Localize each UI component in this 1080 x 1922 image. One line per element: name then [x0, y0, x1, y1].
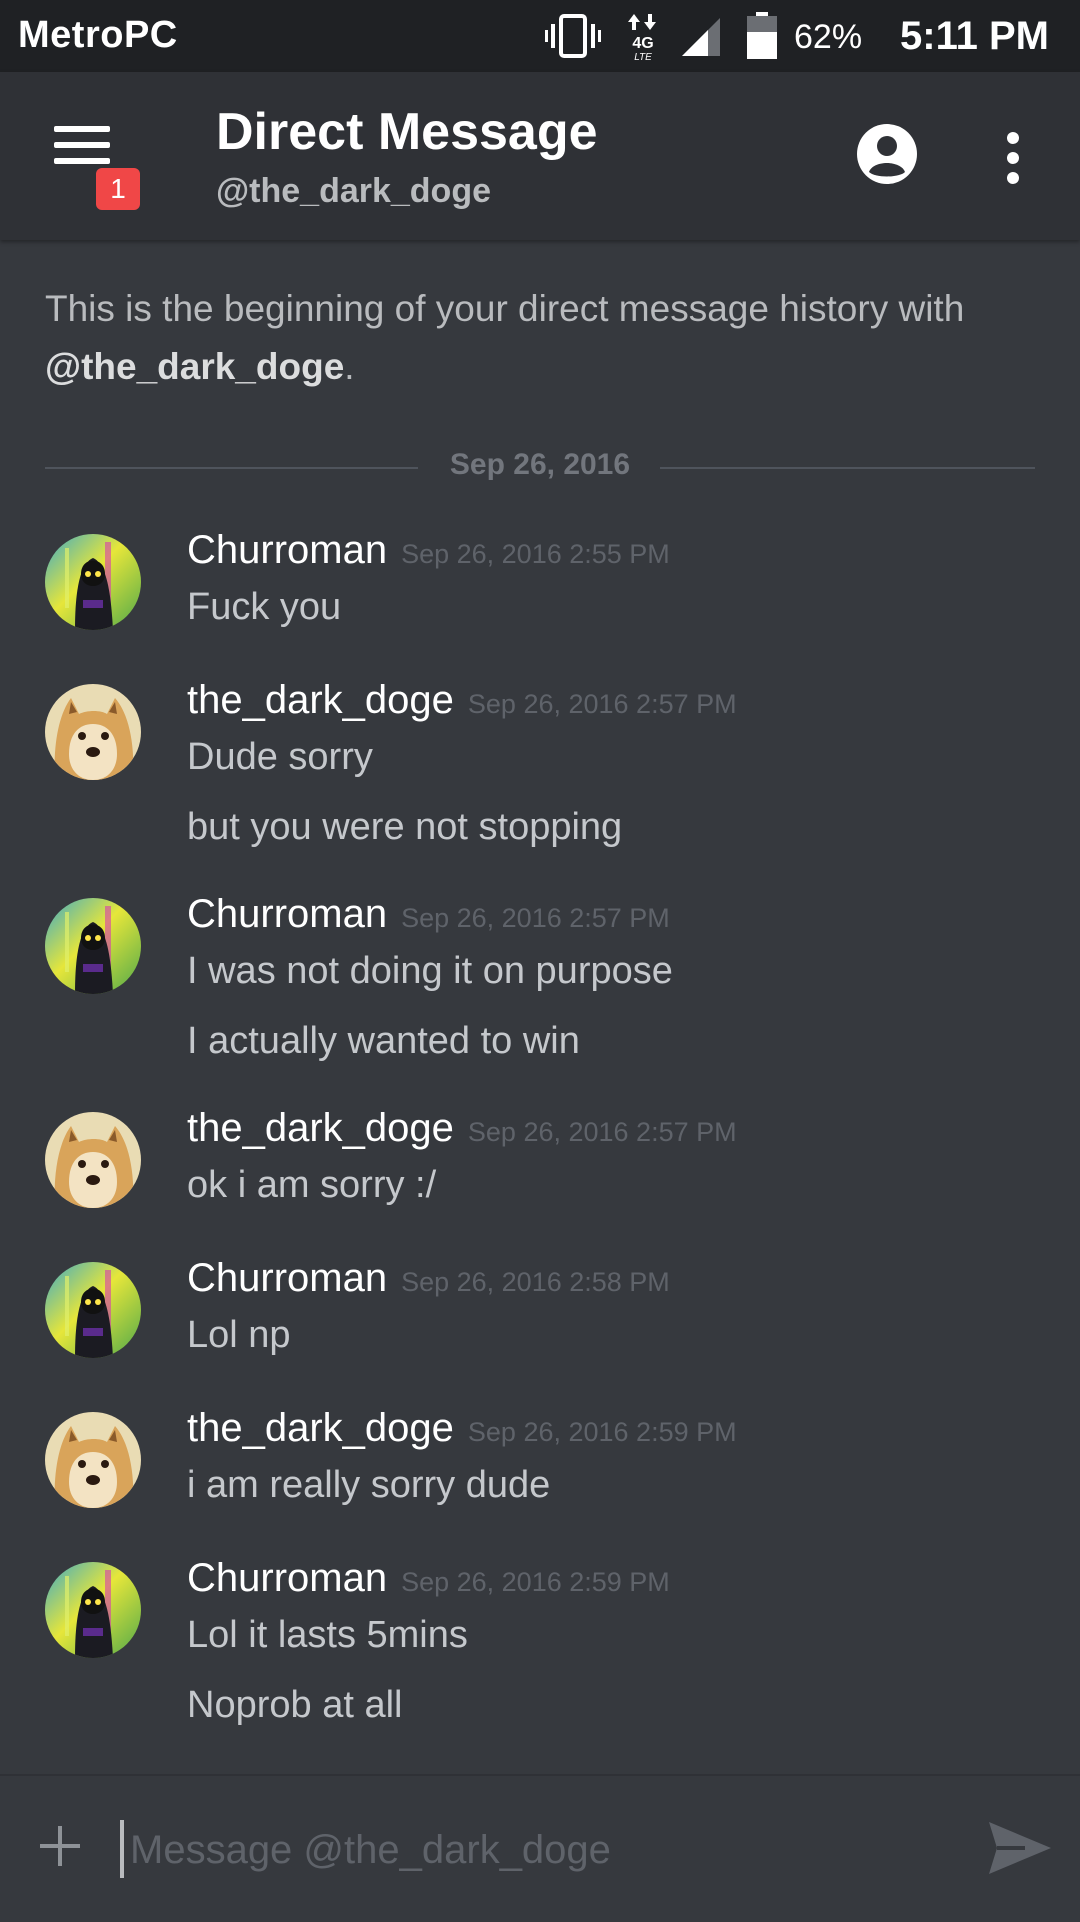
message-author[interactable]: Churroman Sep 26, 2016 2:57 PM: [187, 892, 670, 937]
add-attachment-button[interactable]: [36, 1822, 84, 1870]
message-text[interactable]: i am really sorry dude: [187, 1464, 550, 1507]
author-name[interactable]: the_dark_doge: [187, 678, 454, 722]
author-name[interactable]: Churroman: [187, 1556, 387, 1600]
avatar[interactable]: [45, 1562, 141, 1658]
message-text[interactable]: Lol np: [187, 1314, 291, 1357]
intro-suffix: .: [344, 346, 355, 387]
page-title: Direct Message: [216, 103, 598, 161]
avatar[interactable]: [45, 684, 141, 780]
message-text[interactable]: Fuck you: [187, 586, 341, 629]
svg-text:LTE: LTE: [634, 52, 652, 62]
more-options-button[interactable]: [995, 128, 1031, 188]
user-profile-button[interactable]: [855, 122, 919, 186]
message-author[interactable]: the_dark_doge Sep 26, 2016 2:59 PM: [187, 1406, 737, 1451]
text-cursor: [120, 1820, 124, 1878]
network-type-label: 4G: [632, 35, 653, 52]
message-input[interactable]: [128, 1814, 952, 1886]
send-icon: [989, 1822, 1051, 1874]
message-timestamp: Sep 26, 2016 2:57 PM: [467, 1117, 737, 1147]
avatar[interactable]: [45, 898, 141, 994]
message-text[interactable]: I actually wanted to win: [187, 1020, 580, 1063]
message-text[interactable]: but you were not stopping: [187, 806, 622, 849]
message-timestamp: Sep 26, 2016 2:59 PM: [467, 1417, 737, 1447]
author-name[interactable]: Churroman: [187, 892, 387, 936]
status-bar: MetroPC 4G LTE 62% 5:11 PM: [0, 0, 1080, 72]
carrier-name: MetroPC: [18, 14, 178, 56]
author-name[interactable]: Churroman: [187, 528, 387, 572]
message-timestamp: Sep 26, 2016 2:59 PM: [401, 1567, 670, 1597]
message-composer: [0, 1774, 1080, 1922]
intro-mention[interactable]: @the_dark_doge: [45, 346, 344, 387]
avatar[interactable]: [45, 1112, 141, 1208]
author-name[interactable]: Churroman: [187, 1256, 387, 1300]
dm-intro: This is the beginning of your direct mes…: [45, 280, 1035, 396]
clock: 5:11 PM: [900, 14, 1049, 58]
message-text[interactable]: Dude sorry: [187, 736, 373, 779]
message-author[interactable]: Churroman Sep 26, 2016 2:55 PM: [187, 528, 670, 573]
intro-text: This is the beginning of your direct mes…: [45, 288, 965, 329]
message-author[interactable]: the_dark_doge Sep 26, 2016 2:57 PM: [187, 678, 737, 723]
notification-badge: 1: [96, 168, 140, 210]
author-name[interactable]: the_dark_doge: [187, 1406, 454, 1450]
account-circle-icon: [857, 124, 917, 184]
message-author[interactable]: Churroman Sep 26, 2016 2:59 PM: [187, 1556, 670, 1601]
battery-percent: 62%: [794, 18, 863, 56]
message-text[interactable]: Noprob at all: [187, 1684, 402, 1727]
avatar[interactable]: [45, 534, 141, 630]
message-timestamp: Sep 26, 2016 2:57 PM: [467, 689, 737, 719]
message-timestamp: Sep 26, 2016 2:55 PM: [401, 539, 670, 569]
message-author[interactable]: the_dark_doge Sep 26, 2016 2:57 PM: [187, 1106, 737, 1151]
avatar[interactable]: [45, 1262, 141, 1358]
message-timestamp: Sep 26, 2016 2:57 PM: [401, 903, 670, 933]
more-vertical-icon: [1007, 132, 1019, 184]
message-text[interactable]: Lol it lasts 5mins: [187, 1614, 468, 1657]
mobile-data-icon: 4G LTE: [626, 12, 660, 67]
avatar[interactable]: [45, 1412, 141, 1508]
send-button[interactable]: [985, 1818, 1055, 1878]
message-timestamp: Sep 26, 2016 2:58 PM: [401, 1267, 670, 1297]
plus-icon: [40, 1826, 80, 1866]
page-subtitle: @the_dark_doge: [216, 172, 492, 210]
message-text[interactable]: I was not doing it on purpose: [187, 950, 673, 993]
top-app-bar: 1 Direct Message @the_dark_doge: [0, 72, 1080, 240]
date-divider-label: Sep 26, 2016: [449, 448, 631, 481]
author-name[interactable]: the_dark_doge: [187, 1106, 454, 1150]
battery-icon: [746, 12, 778, 65]
message-author[interactable]: Churroman Sep 26, 2016 2:58 PM: [187, 1256, 670, 1301]
vibrate-icon: [545, 14, 601, 63]
signal-icon: [680, 14, 722, 63]
date-divider: Sep 26, 2016: [45, 448, 1035, 488]
message-text[interactable]: ok i am sorry :/: [187, 1164, 436, 1207]
